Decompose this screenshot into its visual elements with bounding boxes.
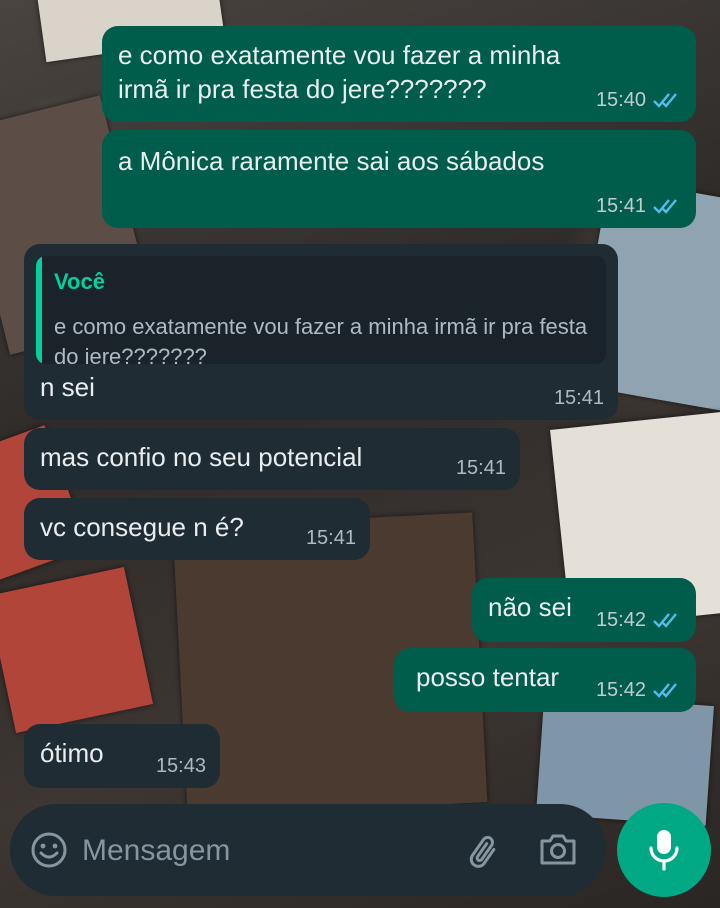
message-text: ótimo bbox=[40, 738, 104, 768]
incoming-message[interactable]: Você e como exatamente vou fazer a minha… bbox=[24, 244, 618, 420]
wallpaper-photo bbox=[0, 566, 154, 734]
message-time: 15:41 bbox=[305, 527, 356, 549]
read-ticks-icon bbox=[653, 683, 677, 698]
quote-text: e como exatamente vou fazer a minha irmã… bbox=[54, 314, 588, 364]
message-text: mas confio no seu potencial bbox=[40, 442, 363, 472]
message-input[interactable]: Mensagem bbox=[82, 833, 230, 869]
emoji-icon[interactable] bbox=[30, 831, 68, 869]
message-meta: 15:41 bbox=[456, 456, 506, 480]
read-ticks-icon bbox=[653, 93, 677, 108]
message-text: irmã ir pra festa do jere??????? bbox=[118, 74, 487, 104]
message-meta: 15:42 bbox=[596, 678, 682, 702]
outgoing-message[interactable]: posso tentar 15:42 bbox=[394, 648, 696, 712]
message-time: 15:40 bbox=[595, 89, 646, 111]
message-meta: 15:42 bbox=[596, 608, 682, 632]
message-time: 15:41 bbox=[455, 457, 506, 479]
quote-accent-bar bbox=[36, 256, 42, 364]
message-meta: 15:40 bbox=[596, 88, 682, 112]
message-time: 15:41 bbox=[553, 387, 604, 409]
message-text: n sei bbox=[40, 372, 95, 402]
read-ticks-icon bbox=[653, 199, 677, 214]
attach-icon[interactable] bbox=[464, 830, 506, 872]
quote-author: Você bbox=[54, 269, 105, 294]
message-meta: 15:41 bbox=[596, 194, 682, 218]
incoming-message[interactable]: vc consegue n é? 15:41 bbox=[24, 498, 370, 560]
outgoing-message[interactable]: a Mônica raramente sai aos sábados 15:41 bbox=[102, 130, 696, 228]
message-text: a Mônica raramente sai aos sábados bbox=[118, 146, 545, 176]
read-ticks-icon bbox=[653, 613, 677, 628]
outgoing-message[interactable]: não sei 15:42 bbox=[472, 578, 696, 642]
message-text: não sei bbox=[488, 592, 572, 622]
message-meta: 15:43 bbox=[156, 754, 206, 778]
message-text: e como exatamente vou fazer a minha bbox=[118, 40, 561, 70]
camera-icon[interactable] bbox=[538, 831, 578, 869]
mic-icon bbox=[649, 830, 679, 871]
message-time: 15:42 bbox=[595, 679, 646, 701]
message-time: 15:42 bbox=[595, 609, 646, 631]
message-meta: 15:41 bbox=[554, 386, 604, 410]
message-text: posso tentar bbox=[416, 662, 560, 692]
message-meta: 15:41 bbox=[306, 526, 356, 550]
incoming-message[interactable]: ótimo 15:43 bbox=[24, 724, 220, 788]
outgoing-message[interactable]: e como exatamente vou fazer a minha irmã… bbox=[102, 26, 696, 122]
message-time: 15:43 bbox=[155, 755, 206, 777]
mic-button[interactable] bbox=[617, 803, 711, 897]
message-text: vc consegue n é? bbox=[40, 512, 244, 542]
message-input-bar[interactable]: Mensagem bbox=[10, 804, 606, 896]
message-time: 15:41 bbox=[595, 195, 646, 217]
quoted-message[interactable]: Você e como exatamente vou fazer a minha… bbox=[36, 256, 606, 364]
incoming-message[interactable]: mas confio no seu potencial 15:41 bbox=[24, 428, 520, 490]
